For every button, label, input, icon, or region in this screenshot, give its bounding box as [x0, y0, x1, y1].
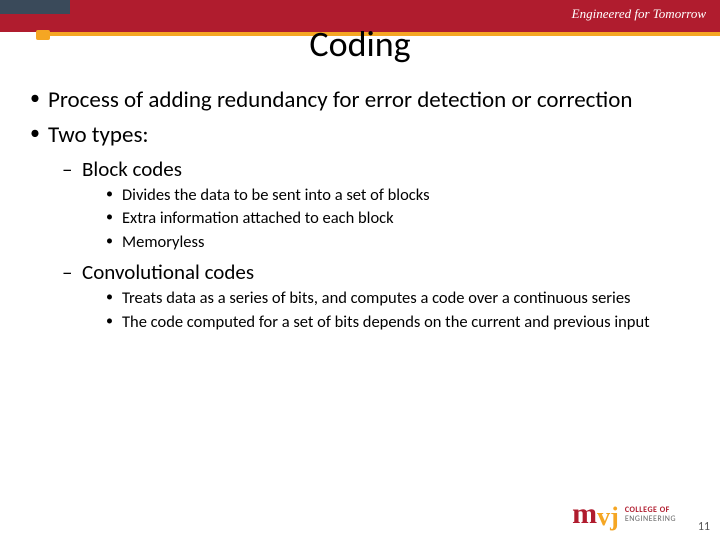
- logo-text: COLLEGE OF ENGINEERING: [625, 506, 676, 524]
- logo-line2: ENGINEERING: [625, 515, 676, 524]
- bullet-level3: Memoryless: [26, 232, 700, 253]
- bullet-level3: Divides the data to be sent into a set o…: [26, 185, 700, 206]
- logo-letter-vj: vj: [597, 508, 619, 526]
- footer-logo: m vj COLLEGE OF ENGINEERING: [572, 503, 676, 524]
- bullet-level3: Treats data as a series of bits, and com…: [26, 288, 700, 309]
- bullet-level1: Two types:: [26, 121, 700, 150]
- bullet-level3: Extra information attached to each block: [26, 208, 700, 229]
- bullet-level1: Process of adding redundancy for error d…: [26, 86, 700, 115]
- slide: Engineered for Tomorrow Coding Process o…: [0, 0, 720, 540]
- bullet-level3: The code computed for a set of bits depe…: [26, 312, 700, 333]
- page-title: Coding: [0, 22, 720, 66]
- page-number: 11: [698, 520, 710, 534]
- header-accent: [0, 0, 70, 14]
- tagline: Engineered for Tomorrow: [572, 6, 706, 22]
- logo-letter-m: m: [572, 503, 597, 524]
- bullet-level2: Convolutional codes: [26, 259, 700, 285]
- bullet-level2: Block codes: [26, 156, 700, 182]
- content-body: Process of adding redundancy for error d…: [26, 80, 700, 335]
